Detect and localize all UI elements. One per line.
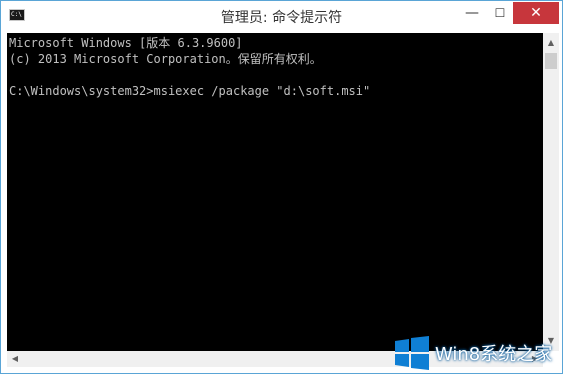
minimize-button[interactable]: — [459, 2, 485, 24]
console-app-icon[interactable]: C:\ [9, 9, 25, 21]
close-button[interactable]: ✕ [513, 2, 559, 24]
console-line-version: Microsoft Windows [版本 6.3.9600] [9, 36, 243, 50]
watermark: Win8系统之家 [395, 334, 559, 370]
console-line-copyright: (c) 2013 Microsoft Corporation。保留所有权利。 [9, 52, 322, 66]
command-prompt-window: C:\ 管理员: 命令提示符 — ☐ ✕ Microsoft Windows [… [0, 0, 563, 374]
maximize-button[interactable]: ☐ [487, 2, 513, 24]
windows-logo-icon [395, 336, 429, 370]
scroll-left-icon[interactable]: ◀ [7, 351, 23, 367]
console-output-area[interactable]: Microsoft Windows [版本 6.3.9600] (c) 2013… [7, 33, 543, 351]
title-bar[interactable]: C:\ 管理员: 命令提示符 — ☐ ✕ [1, 1, 562, 33]
vertical-scrollbar[interactable]: ▲ ▼ [543, 33, 559, 351]
vertical-scroll-thumb[interactable] [545, 53, 557, 69]
console-line-command: C:\Windows\system32>msiexec /package "d:… [9, 84, 371, 98]
watermark-text: Win8系统之家 [435, 344, 553, 365]
scroll-up-icon[interactable]: ▲ [543, 35, 559, 51]
window-title: 管理员: 命令提示符 [220, 10, 343, 26]
